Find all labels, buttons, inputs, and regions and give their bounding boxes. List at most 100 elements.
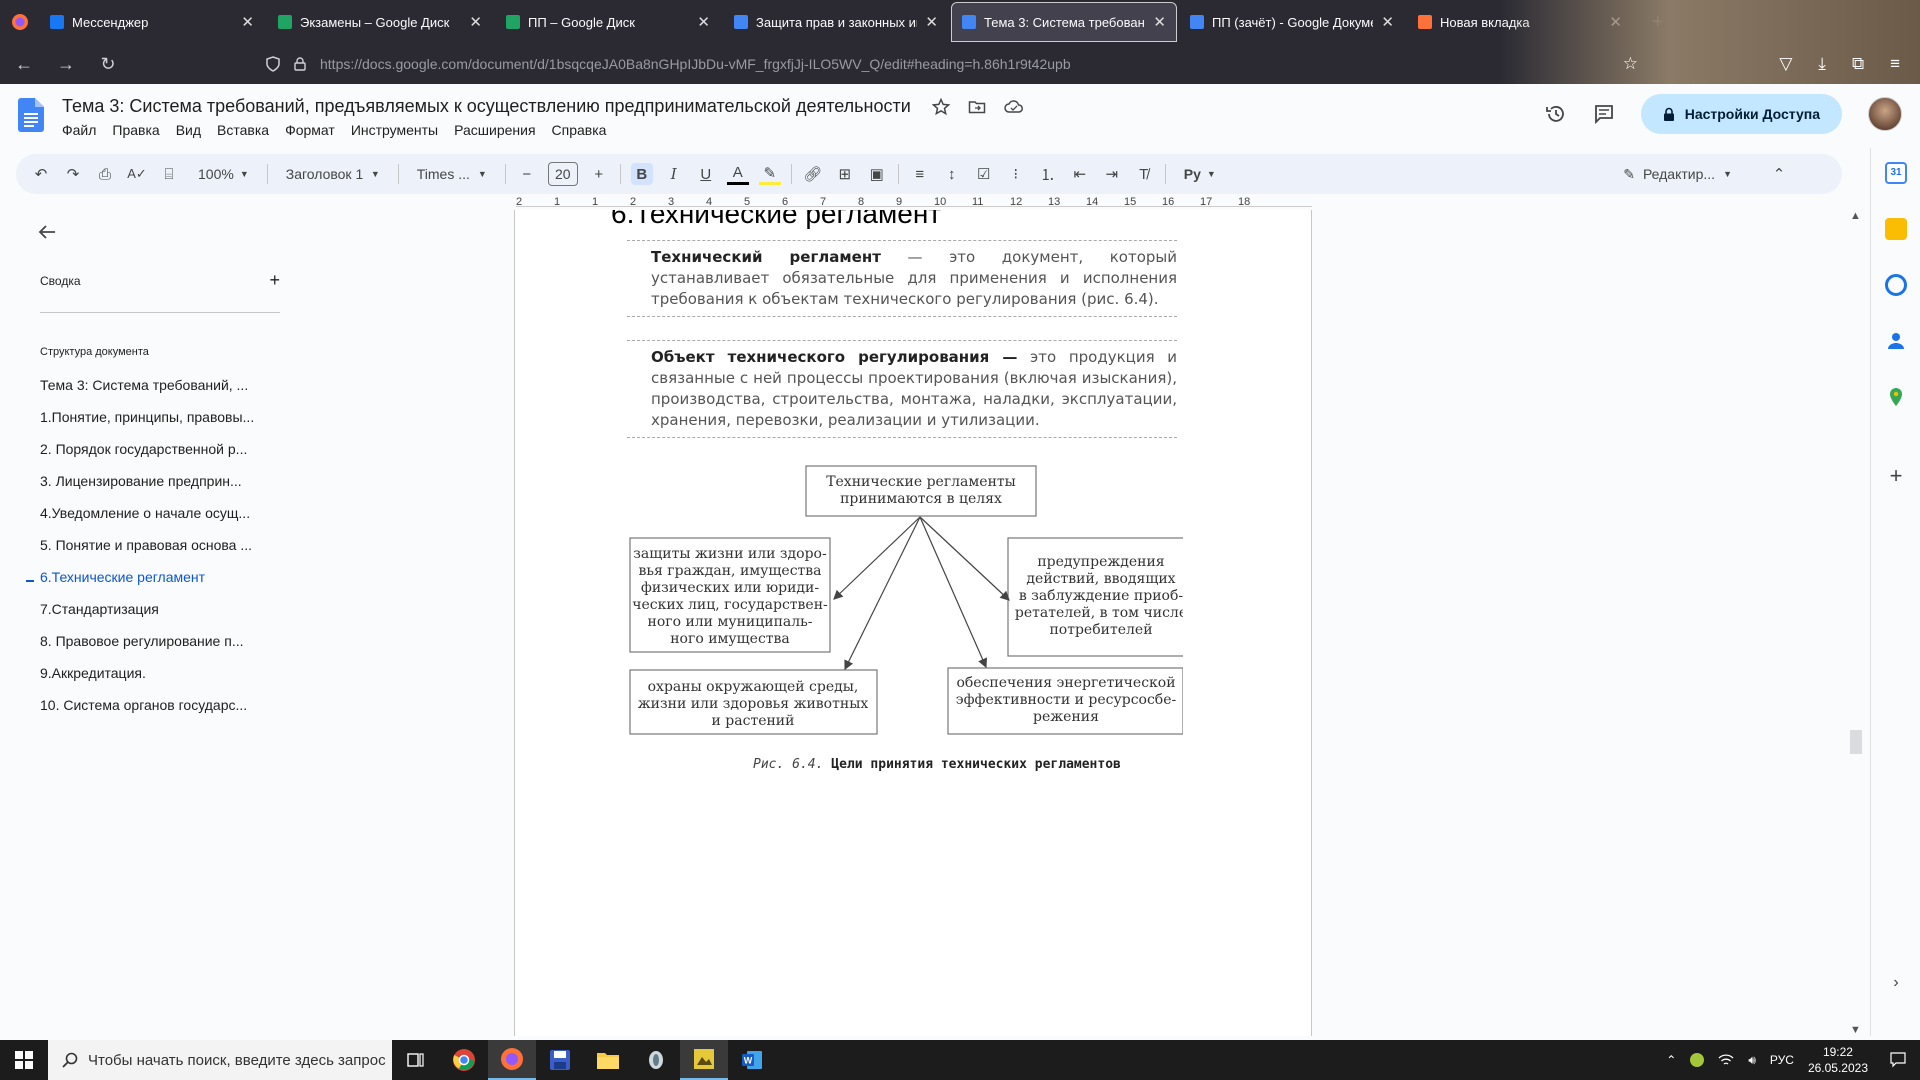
font-size-input[interactable]: 20 xyxy=(547,162,578,186)
task-view-icon[interactable] xyxy=(392,1040,440,1080)
image-viewer-icon[interactable] xyxy=(680,1040,728,1080)
bookmark-star-icon[interactable]: ☆ xyxy=(1623,54,1638,74)
firefox-taskbar-icon[interactable] xyxy=(488,1040,536,1080)
save-app-icon[interactable] xyxy=(536,1040,584,1080)
align-icon[interactable]: ≡ xyxy=(909,163,931,185)
italic-icon[interactable]: I xyxy=(663,163,685,185)
pocket-icon[interactable]: ▽ xyxy=(1779,54,1792,74)
tab-close-icon[interactable]: ✕ xyxy=(241,13,254,31)
browser-tab[interactable]: Экзамены – Google Диск ✕ xyxy=(268,3,492,41)
browser-tab[interactable]: Защита прав и законных инте ✕ xyxy=(724,3,948,41)
avatar[interactable] xyxy=(1868,97,1902,131)
version-history-icon[interactable] xyxy=(1545,103,1567,125)
volume-icon[interactable]: 🔊︎ xyxy=(1748,1053,1756,1068)
maximize-icon[interactable]: ❐ xyxy=(1846,12,1860,32)
firefox-icon[interactable] xyxy=(0,0,40,44)
extensions-icon[interactable]: ⧉ xyxy=(1852,54,1864,74)
language-indicator[interactable]: РУС xyxy=(1770,1053,1794,1067)
comments-icon[interactable] xyxy=(1593,103,1615,125)
back-icon[interactable]: ← xyxy=(12,54,36,75)
browser-tab[interactable]: ПП (зачёт) - Google Документы ✕ xyxy=(1180,3,1404,41)
star-icon[interactable] xyxy=(932,98,950,116)
paint-format-icon[interactable]: ⌸ xyxy=(158,163,180,185)
downloads-icon[interactable]: ⤓ xyxy=(1818,54,1826,74)
document-title[interactable]: Тема 3: Система требований, предъявляемы… xyxy=(62,96,911,117)
spellcheck-icon[interactable]: A✓ xyxy=(126,163,148,185)
share-button[interactable]: Настройки Доступа xyxy=(1640,94,1842,134)
tab-list-icon[interactable]: ⌄ xyxy=(1726,14,1738,31)
highlight-icon[interactable]: ✎ xyxy=(758,163,781,185)
add-app-icon[interactable]: + xyxy=(1885,465,1907,488)
lock-icon[interactable] xyxy=(294,57,306,71)
cloud-status-icon[interactable] xyxy=(1004,98,1024,116)
tab-close-icon[interactable]: ✕ xyxy=(469,13,482,31)
clear-formatting-icon[interactable]: T̸ xyxy=(1133,163,1155,185)
increase-indent-icon[interactable]: ⇥ xyxy=(1101,163,1123,185)
line-spacing-icon[interactable]: ↕ xyxy=(941,163,963,185)
editing-mode-select[interactable]: ✎ Редактир... ▼ xyxy=(1623,166,1732,183)
menu-item[interactable]: Справка xyxy=(552,122,607,138)
browser-tab[interactable]: Тема 3: Система требований, ✕ xyxy=(951,2,1177,42)
calendar-icon[interactable]: 31 xyxy=(1885,162,1907,184)
style-select[interactable]: Заголовок 1 ▼ xyxy=(278,166,388,182)
zoom-select[interactable]: 100% ▼ xyxy=(190,166,257,182)
heading-6[interactable]: 6.Технические регламент xyxy=(611,210,941,230)
document-scrollbar[interactable]: ▲ ▼ xyxy=(1844,210,1868,1036)
tab-close-icon[interactable]: ✕ xyxy=(925,13,938,31)
menu-item[interactable]: Файл xyxy=(62,122,96,138)
add-comment-icon[interactable]: ⊞ xyxy=(834,163,856,185)
reload-icon[interactable]: ↻ xyxy=(96,54,120,75)
new-tab-icon[interactable]: + xyxy=(1652,11,1664,34)
shield-icon[interactable] xyxy=(266,56,280,72)
font-select[interactable]: Times ... ▼ xyxy=(409,166,495,182)
document-canvas[interactable]: 6.Технические регламент Технический регл… xyxy=(16,210,1852,1036)
word-icon[interactable]: W xyxy=(728,1040,776,1080)
tray-expand-icon[interactable]: ⌃ xyxy=(1666,1053,1676,1067)
docs-logo-icon[interactable] xyxy=(18,98,44,132)
tab-close-icon[interactable]: ✕ xyxy=(1153,13,1166,31)
increase-font-size-icon[interactable]: + xyxy=(588,163,610,185)
chrome-icon[interactable] xyxy=(440,1040,488,1080)
ruler[interactable]: 2 1 1 2 3 4 5 6 7 8 9 10 11 12 13 14 15 16 17 18 xyxy=(516,196,1312,210)
browser-tab[interactable]: Новая вкладка ✕ xyxy=(1408,3,1632,41)
clock[interactable]: 19:22 26.05.2023 xyxy=(1808,1044,1868,1076)
tab-close-icon[interactable]: ✕ xyxy=(697,13,710,31)
scroll-down-icon[interactable]: ▼ xyxy=(1850,1024,1861,1036)
menu-item[interactable]: Формат xyxy=(285,122,335,138)
browser-tab[interactable]: Мессенджер ✕ xyxy=(40,3,264,41)
windows-start-icon[interactable] xyxy=(0,1040,48,1080)
move-folder-icon[interactable] xyxy=(968,98,986,116)
taskbar-search[interactable]: Чтобы начать поиск, введите здесь запрос xyxy=(48,1040,392,1080)
notifications-icon[interactable] xyxy=(1890,1052,1906,1068)
url-text[interactable]: https://docs.google.com/document/d/1bsqc… xyxy=(320,56,1071,72)
close-window-icon[interactable]: ✕ xyxy=(1891,12,1904,32)
tasks-icon[interactable] xyxy=(1885,274,1907,296)
undo-icon[interactable]: ↶ xyxy=(30,163,52,185)
menu-item[interactable]: Расширения xyxy=(454,122,535,138)
bold-icon[interactable]: B xyxy=(630,163,653,185)
menu-item[interactable]: Вставка xyxy=(217,122,269,138)
scroll-up-icon[interactable]: ▲ xyxy=(1850,210,1861,222)
app-icon[interactable] xyxy=(632,1040,680,1080)
bulleted-list-icon[interactable]: ⁝ xyxy=(1005,163,1027,185)
document-page[interactable]: 6.Технические регламент Технический регл… xyxy=(514,210,1312,1036)
decrease-indent-icon[interactable]: ⇤ xyxy=(1069,163,1091,185)
browser-tab[interactable]: ПП – Google Диск ✕ xyxy=(496,3,720,41)
wifi-icon[interactable] xyxy=(1718,1053,1734,1067)
print-icon[interactable]: ⎙ xyxy=(94,163,116,185)
keep-icon[interactable] xyxy=(1885,218,1907,240)
regulation-goals-diagram[interactable]: Технические регламенты принимаются в целя… xyxy=(623,462,1183,752)
input-tools-select[interactable]: Ру ▼ xyxy=(1176,166,1224,182)
insert-link-icon[interactable]: 🔗︎ xyxy=(802,163,824,185)
definition-regulation-object[interactable]: Объект технического регулирования — это … xyxy=(627,340,1177,438)
contacts-icon[interactable] xyxy=(1885,330,1907,352)
maps-icon[interactable] xyxy=(1885,386,1907,408)
minimize-icon[interactable]: — xyxy=(1800,13,1816,31)
definition-technical-regulation[interactable]: Технический регламент — это документ, ко… xyxy=(627,240,1177,317)
text-color-icon[interactable]: A xyxy=(726,163,749,185)
tab-close-icon[interactable]: ✕ xyxy=(1609,13,1622,31)
menu-item[interactable]: Правка xyxy=(112,122,159,138)
underline-icon[interactable]: U xyxy=(695,163,717,185)
collapse-toolbar-icon[interactable]: ⌃ xyxy=(1768,163,1790,185)
tab-close-icon[interactable]: ✕ xyxy=(1381,13,1394,31)
